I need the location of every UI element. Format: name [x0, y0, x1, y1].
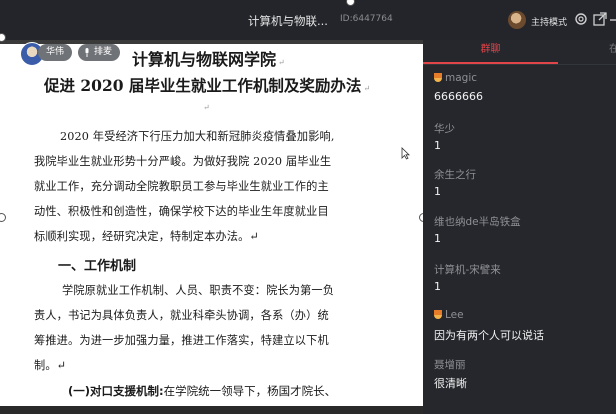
chat-message: 维也纳de半岛铁盒 1	[434, 214, 614, 245]
chat-text: 很清晰	[434, 377, 467, 390]
meeting-id: ID:6447764	[340, 14, 393, 24]
chat-sender: 聂增丽	[434, 359, 466, 371]
chat-text: 1	[434, 232, 441, 245]
paragraph-line: 动性、积极性和创造性，确保学校下达的毕业生年度就业目	[34, 205, 329, 218]
chat-text: 1	[434, 139, 441, 152]
host-avatar[interactable]	[508, 11, 526, 29]
chat-text: 6666666	[434, 90, 483, 103]
host-mode-label[interactable]: 主持模式	[531, 15, 567, 28]
chat-sender: 维也纳de半岛铁盒	[434, 216, 521, 228]
tab-online[interactable]: 在	[609, 40, 616, 60]
blank-paragraph-mark: ↵	[203, 103, 210, 112]
medal-icon	[434, 310, 442, 319]
top-bar: 计算机与物联... ID:6447764 主持模式	[0, 0, 616, 40]
chat-panel: 群聊 在 magic 6666666 华少 1 余生之行 1 维也纳de半岛铁盒…	[423, 40, 616, 414]
meeting-title: 计算机与物联...	[248, 14, 328, 28]
paragraph-line: 标顺利实现，经研究决定，特制定本办法。↵	[34, 230, 259, 243]
tab-divider	[423, 64, 616, 65]
chat-text: 因为有两个人可以说话	[434, 329, 544, 342]
medal-icon	[434, 73, 442, 82]
settings-icon[interactable]	[573, 11, 589, 27]
chat-message: 华少 1	[434, 121, 614, 152]
chat-message: Lee 因为有两个人可以说话	[434, 309, 614, 343]
shared-document: 华伟 排麦 计算机与物联网学院 ↵ 促进 2020 届毕业生就业工作机制及奖励办法…	[0, 40, 423, 414]
user-badge: 华伟	[38, 44, 73, 61]
sort-mic-button[interactable]: 排麦	[78, 44, 121, 61]
paragraph-line: 2020 年受经济下行压力加大和新冠肺炎疫情叠加影响,	[60, 130, 335, 143]
section-line: 筹推进。为进一步加强力量，推进工作落实，特建立以下机	[34, 334, 329, 347]
mic-icon	[85, 48, 89, 57]
document-subtitle: 促进 2020 届毕业生就业工作机制及奖励办法 ↵	[44, 76, 371, 95]
chat-message: 计算机-宋譬来 1	[434, 262, 614, 293]
user-badge-label: 华伟	[46, 47, 65, 57]
chat-message: 余生之行 1	[434, 167, 614, 198]
document-title: 计算机与物联网学院 ↵	[132, 50, 285, 69]
mouse-cursor-icon	[401, 147, 410, 160]
chat-sender: 余生之行	[434, 169, 476, 181]
section-heading: 一、工作机制	[58, 259, 137, 274]
section-line: 学院原就业工作机制、人员、职责不变：院长为第一负	[62, 284, 335, 297]
chat-sender: Lee	[434, 309, 614, 325]
document-bottom-border	[0, 406, 423, 414]
paragraph-line: 我院毕业生就业形势十分严峻。为做好我院 2020 届毕业生	[34, 155, 332, 168]
chat-message: magic 6666666	[434, 72, 614, 103]
chat-text: 1	[434, 280, 441, 293]
chat-sender: 计算机-宋譬来	[434, 264, 501, 276]
chat-sender: magic	[434, 72, 614, 88]
chat-sender: 华少	[434, 123, 455, 135]
subsection-line: (一)对口支援机制:在学院统一领导下，杨国才院长、	[68, 384, 337, 398]
external-window-icon[interactable]	[592, 11, 608, 27]
chat-text: 1	[434, 185, 441, 198]
sort-mic-label: 排麦	[94, 47, 113, 57]
section-line: 制。↵	[34, 359, 67, 372]
subsection-heading: (一)对口支援机制:	[68, 384, 164, 398]
tab-group-chat[interactable]: 群聊	[423, 40, 558, 64]
paragraph-line: 就业工作，充分调动全院教职员工参与毕业生就业工作的主	[34, 180, 329, 193]
minimize-icon[interactable]	[608, 11, 616, 27]
chat-message: 聂增丽 很清晰	[434, 357, 614, 391]
section-line: 责人，书记为具体负责人，就业科牵头协调，各系（办）统	[34, 309, 329, 322]
